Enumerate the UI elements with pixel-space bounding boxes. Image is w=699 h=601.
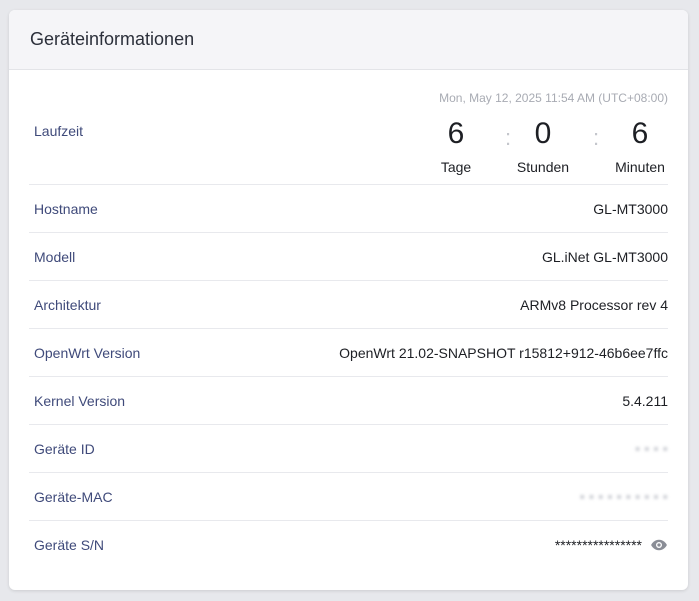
openwrt-label: OpenWrt Version — [34, 344, 141, 361]
uptime-label: Laufzeit — [34, 123, 84, 139]
serial-value: **************** — [554, 537, 642, 553]
openwrt-row: OpenWrt Version OpenWrt 21.02-SNAPSHOT r… — [29, 329, 668, 377]
kernel-row: Kernel Version 5.4.211 — [29, 377, 668, 425]
card-title: Geräteinformationen — [30, 29, 195, 49]
uptime-minutes-value: 6 — [631, 117, 649, 150]
device-id-row: Geräte ID ▪ ▪ ▪ ▪ — [29, 425, 668, 473]
mac-row: Geräte-MAC ▪ ▪ ▪ ▪ ▪ ▪ ▪ ▪ ▪ ▪ — [29, 473, 668, 521]
model-value: GL.iNet GL-MT3000 — [541, 248, 668, 265]
uptime-timestamp: Mon, May 12, 2025 11:54 AM (UTC+08:00) — [439, 91, 668, 105]
uptime-days-label: Tage — [440, 159, 472, 175]
uptime-days: 6 Tage — [426, 117, 486, 175]
eye-icon[interactable] — [650, 536, 668, 554]
device-info-card: Geräteinformationen Laufzeit Mon, May 12… — [9, 10, 688, 590]
uptime-minutes-label: Minuten — [615, 159, 665, 175]
hostname-row: Hostname GL-MT3000 — [29, 185, 668, 233]
uptime-separator: : — [505, 125, 512, 150]
uptime-days-value: 6 — [447, 117, 465, 150]
model-row: Modell GL.iNet GL-MT3000 — [29, 233, 668, 281]
serial-label: Geräte S/N — [34, 537, 105, 553]
serial-value-wrap: **************** — [555, 536, 668, 554]
uptime-separator: : — [593, 125, 600, 150]
uptime-hours-label: Stunden — [516, 159, 570, 175]
architecture-label: Architektur — [34, 296, 101, 313]
hostname-value: GL-MT3000 — [593, 200, 668, 217]
device-id-label: Geräte ID — [34, 440, 95, 457]
model-label: Modell — [34, 248, 76, 265]
architecture-row: Architektur ARMv8 Processor rev 4 — [29, 281, 668, 329]
kernel-label: Kernel Version — [34, 392, 126, 409]
uptime-row: Laufzeit Mon, May 12, 2025 11:54 AM (UTC… — [29, 71, 668, 185]
kernel-value: 5.4.211 — [622, 392, 668, 409]
mac-label: Geräte-MAC — [34, 488, 113, 505]
info-rows: Laufzeit Mon, May 12, 2025 11:54 AM (UTC… — [29, 71, 668, 569]
device-id-value-redacted: ▪ ▪ ▪ ▪ — [635, 441, 668, 456]
serial-row: Geräte S/N **************** — [29, 521, 668, 569]
uptime-hours: 0 Stunden — [513, 117, 573, 175]
architecture-value: ARMv8 Processor rev 4 — [520, 296, 668, 313]
hostname-label: Hostname — [34, 200, 98, 217]
card-header: Geräteinformationen — [9, 10, 688, 70]
openwrt-value: OpenWrt 21.02-SNAPSHOT r15812+912-46b6ee… — [339, 344, 668, 361]
uptime-hours-value: 0 — [534, 117, 552, 150]
uptime-minutes: 6 Minuten — [610, 117, 670, 175]
mac-value-redacted: ▪ ▪ ▪ ▪ ▪ ▪ ▪ ▪ ▪ ▪ — [579, 489, 668, 504]
